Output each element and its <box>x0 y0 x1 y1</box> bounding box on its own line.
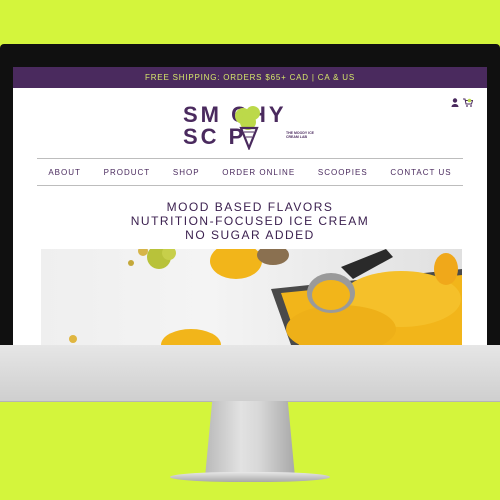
monitor-stand <box>205 401 295 477</box>
logo-tagline: THE MOODY ICE CREAM LAB <box>286 131 314 139</box>
shipping-banner: FREE SHIPPING: ORDERS $65+ CAD | CA & US <box>13 67 487 88</box>
nav-item-about[interactable]: ABOUT <box>48 168 81 177</box>
nav-item-product[interactable]: PRODUCT <box>104 168 151 177</box>
nav-item-scoopies[interactable]: SCOOPIES <box>318 168 368 177</box>
user-icon[interactable] <box>451 98 459 107</box>
website-screen: FREE SHIPPING: ORDERS $65+ CAD | CA & US… <box>13 67 487 345</box>
ice-cream-cone-icon <box>235 106 260 150</box>
shipping-banner-text: FREE SHIPPING: ORDERS $65+ CAD | CA & US <box>145 73 355 82</box>
hero-line-3: NO SUGAR ADDED <box>185 228 315 242</box>
monitor-chin <box>0 345 500 402</box>
main-nav: ABOUT PRODUCT SHOP ORDER ONLINE SCOOPIES… <box>37 158 463 186</box>
header-icons <box>451 98 473 107</box>
site-logo[interactable]: SM CHY SC P THE MOODY ICE CREAM LAB <box>183 102 323 152</box>
hero-line-1: MOOD BASED FLAVORS <box>166 200 334 214</box>
cart-icon[interactable] <box>463 98 473 107</box>
site-header: SM CHY SC P THE MOODY ICE CREAM LAB <box>13 88 487 158</box>
nav-item-order-online[interactable]: ORDER ONLINE <box>222 168 295 177</box>
hero-image <box>41 249 462 345</box>
ice-cream-photo <box>69 249 462 345</box>
nav-item-shop[interactable]: SHOP <box>173 168 200 177</box>
hero-text: MOOD BASED FLAVORS NUTRITION-FOCUSED ICE… <box>13 200 487 242</box>
nav-item-contact-us[interactable]: CONTACT US <box>390 168 451 177</box>
monitor-stand-base <box>170 472 330 482</box>
hero-line-2: NUTRITION-FOCUSED ICE CREAM <box>130 214 370 228</box>
